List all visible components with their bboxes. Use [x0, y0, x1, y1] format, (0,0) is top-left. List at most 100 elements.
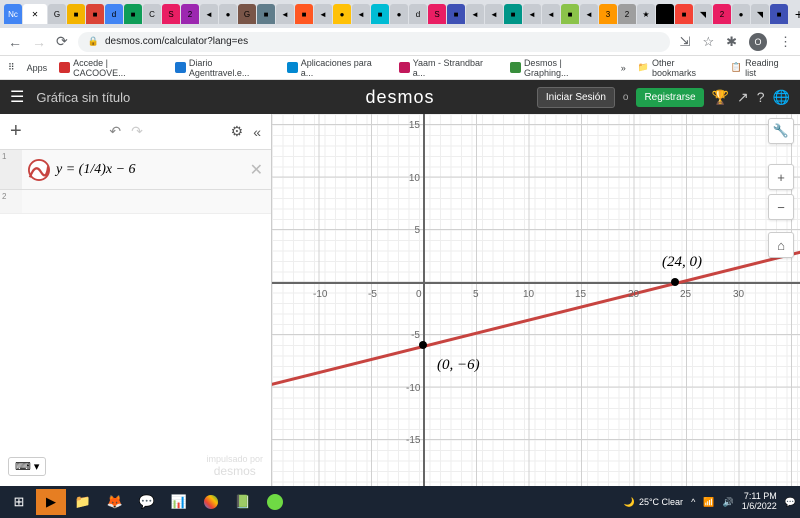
start-button[interactable]: ⊞	[4, 489, 34, 515]
tab[interactable]: ◄	[200, 4, 218, 24]
tab[interactable]: G	[48, 4, 66, 24]
trophy-icon[interactable]: 🏆	[712, 89, 729, 106]
tab[interactable]: ■	[447, 4, 465, 24]
point-intercept-x[interactable]	[671, 278, 679, 286]
expression-color-icon[interactable]	[28, 159, 50, 181]
apps-icon[interactable]: ⠿	[8, 62, 15, 73]
tab[interactable]: S	[428, 4, 446, 24]
bookmark[interactable]: Diario Agenttravel.e...	[175, 58, 275, 78]
share-icon[interactable]: ↗	[737, 89, 749, 106]
tab[interactable]: ■	[770, 4, 788, 24]
tab[interactable]: 2	[181, 4, 199, 24]
tab[interactable]: ■	[86, 4, 104, 24]
taskbar-app[interactable]: 📗	[228, 489, 258, 515]
tab[interactable]: Nc	[4, 4, 22, 24]
address-bar[interactable]: 🔒 desmos.com/calculator?lang=es	[78, 32, 670, 52]
apps-label[interactable]: Apps	[27, 63, 48, 73]
tab[interactable]: ◄	[580, 4, 598, 24]
tab[interactable]: 2	[713, 4, 731, 24]
taskbar-app[interactable]: 🦊	[100, 489, 130, 515]
settings-icon[interactable]: ⚙	[231, 123, 244, 140]
tab[interactable]: ★	[637, 4, 655, 24]
login-button[interactable]: Iniciar Sesión	[537, 87, 615, 108]
tab[interactable]: ■	[124, 4, 142, 24]
add-expression-button[interactable]: +	[10, 120, 22, 143]
tab[interactable]: 3	[599, 4, 617, 24]
menu-icon[interactable]: ⋮	[779, 34, 792, 50]
tab[interactable]: S	[162, 4, 180, 24]
tab-active[interactable]: ✕	[23, 4, 47, 24]
tab[interactable]: ■	[67, 4, 85, 24]
other-bookmarks[interactable]: 📁Other bookmarks	[638, 58, 721, 78]
wifi-icon[interactable]: 📶	[703, 497, 714, 508]
forward-button[interactable]: →	[32, 34, 46, 50]
wrench-icon[interactable]: 🔧	[768, 118, 794, 144]
keyboard-button[interactable]: ⌨ ▾	[8, 457, 46, 476]
zoom-in-button[interactable]: +	[768, 164, 794, 190]
taskbar-app[interactable]: 💬	[132, 489, 162, 515]
tab[interactable]: ■	[371, 4, 389, 24]
tab[interactable]: ■	[504, 4, 522, 24]
tab[interactable]: ■	[295, 4, 313, 24]
bookmark[interactable]: Aplicaciones para a...	[287, 58, 387, 78]
expression-row-empty[interactable]: 2	[0, 190, 271, 214]
weather-widget[interactable]: 🌙 25°C Clear	[624, 497, 683, 508]
tab[interactable]: ◄	[523, 4, 541, 24]
tab[interactable]: ●	[390, 4, 408, 24]
reload-button[interactable]: ⟳	[56, 33, 68, 50]
extension-icon[interactable]: ✱	[726, 34, 737, 50]
new-tab-button[interactable]: +	[789, 4, 800, 24]
tab[interactable]: G	[238, 4, 256, 24]
share-icon[interactable]: ⇲	[680, 34, 691, 50]
tab[interactable]: 2	[618, 4, 636, 24]
windows-taskbar[interactable]: ⊞ ▶ 📁 🦊 💬 📊 📗 🌙 25°C Clear ^ 📶 🔊 7:11 PM…	[0, 486, 800, 518]
tab[interactable]: ◄	[542, 4, 560, 24]
graph-canvas[interactable]: (0, −6) (24, 0) 15 10 5 -5 -10 -15 -10 -…	[272, 114, 800, 486]
bookmark-overflow[interactable]: »	[621, 63, 626, 73]
language-icon[interactable]: 🌐	[773, 89, 790, 106]
tab[interactable]: C	[143, 4, 161, 24]
tab[interactable]: ●	[219, 4, 237, 24]
tab[interactable]: ■	[675, 4, 693, 24]
zoom-out-button[interactable]: −	[768, 194, 794, 220]
profile-avatar[interactable]: O	[749, 33, 767, 51]
tab[interactable]: ◄	[314, 4, 332, 24]
bookmark[interactable]: Accede | CACOOVE...	[59, 58, 163, 78]
tab[interactable]: ◥	[751, 4, 769, 24]
back-button[interactable]: ←	[8, 34, 22, 50]
tab[interactable]: ●	[732, 4, 750, 24]
hamburger-icon[interactable]: ☰	[10, 87, 24, 107]
collapse-panel-icon[interactable]: «	[253, 124, 261, 140]
taskbar-app[interactable]	[196, 489, 226, 515]
browser-tabs[interactable]: Nc ✕ G ■ ■ d ■ C S 2 ◄ ● G ■ ◄ ■ ◄ ● ◄ ■…	[0, 0, 800, 28]
help-icon[interactable]: ?	[757, 89, 765, 105]
tab[interactable]: ■	[656, 4, 674, 24]
tab[interactable]: ◥	[694, 4, 712, 24]
tab[interactable]: d	[409, 4, 427, 24]
reading-list[interactable]: 📋Reading list	[731, 58, 792, 78]
undo-button[interactable]: ↶	[109, 123, 121, 140]
taskbar-app[interactable]	[260, 489, 290, 515]
bookmark[interactable]: Desmos | Graphing...	[510, 58, 609, 78]
tab[interactable]: ◄	[352, 4, 370, 24]
delete-expression-icon[interactable]: ✕	[250, 160, 263, 180]
register-button[interactable]: Registrarse	[636, 88, 703, 107]
tab[interactable]: ■	[257, 4, 275, 24]
expression-text[interactable]: y = (1/4)x − 6	[56, 162, 136, 178]
taskbar-app[interactable]: ▶	[36, 489, 66, 515]
tab[interactable]: ◄	[485, 4, 503, 24]
tab[interactable]: ◄	[276, 4, 294, 24]
graph-title[interactable]: Gráfica sin título	[36, 90, 130, 105]
home-button[interactable]: ⌂	[768, 232, 794, 258]
tab[interactable]: d	[105, 4, 123, 24]
expression-row[interactable]: 1 y = (1/4)x − 6 ✕	[0, 150, 271, 190]
redo-button[interactable]: ↷	[131, 123, 143, 140]
notifications-icon[interactable]: 💬	[785, 497, 796, 508]
star-icon[interactable]: ☆	[702, 34, 714, 50]
bookmark[interactable]: Yaam - Strandbar a...	[399, 58, 498, 78]
tab[interactable]: ●	[333, 4, 351, 24]
taskbar-app[interactable]: 📁	[68, 489, 98, 515]
tab[interactable]: ■	[561, 4, 579, 24]
tab[interactable]: ◄	[466, 4, 484, 24]
taskbar-app[interactable]: 📊	[164, 489, 194, 515]
